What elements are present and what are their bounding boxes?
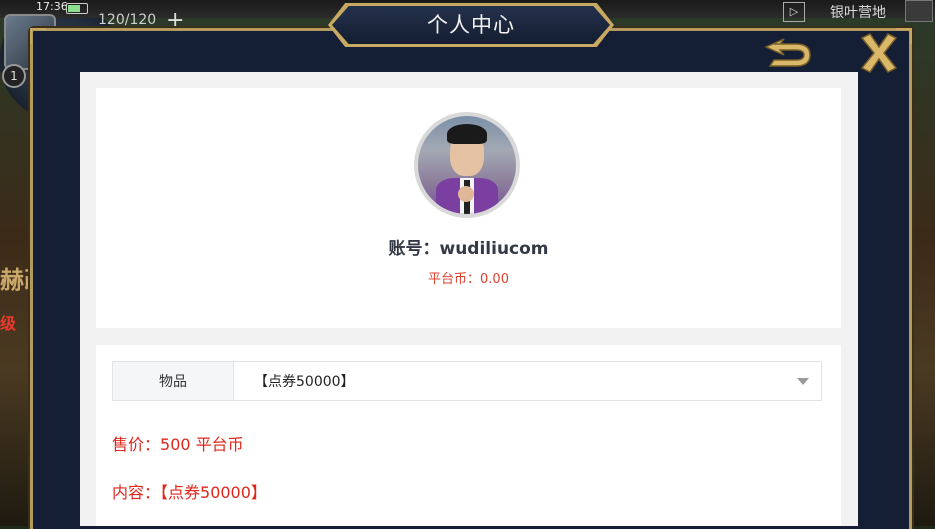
level-badge: 1 [2, 64, 26, 88]
account-line: 账号：wudiliucom [96, 234, 841, 259]
item-selected-value: 【点券50000】 [254, 374, 355, 390]
play-icon[interactable]: ▷ [783, 2, 805, 22]
avatar-hair [447, 124, 487, 144]
content-line: 内容：【点券50000】 [112, 479, 267, 503]
content-label: 内容： [112, 483, 161, 502]
price-label: 售价： [112, 435, 161, 454]
zone-label: 银叶营地 [830, 5, 886, 21]
clock: 17:36 [36, 0, 68, 13]
platform-coins-line: 平台币：0.00 [96, 268, 841, 287]
back-arrow-icon[interactable] [762, 38, 816, 72]
avatar[interactable] [414, 112, 520, 218]
coins-prefix: 平台币： [428, 272, 481, 287]
item-label: 物品 [113, 362, 234, 400]
price-line: 售价：500 平台币 [112, 431, 244, 455]
modal-title: 个人中心 [427, 13, 515, 37]
profile-card: 账号：wudiliucom 平台币：0.00 [96, 88, 841, 328]
account-prefix: 账号： [388, 239, 440, 259]
close-x-icon[interactable] [858, 32, 900, 74]
content-panel: 账号：wudiliucom 平台币：0.00 物品 【点券50000】 售价：5… [80, 72, 858, 526]
avatar-photo [418, 116, 516, 214]
corner-ornament [30, 28, 46, 44]
content-value: 【点券50000】 [160, 483, 267, 502]
item-select-row: 物品 【点券50000】 [112, 361, 822, 401]
side-banner-subtext: 级 [0, 314, 17, 333]
minimap-button[interactable] [905, 0, 933, 22]
item-dropdown[interactable]: 【点券50000】 [234, 362, 821, 400]
order-card: 物品 【点券50000】 售价：500 平台币 内容：【点券50000】 [96, 345, 841, 526]
account-name: wudiliucom [439, 239, 549, 259]
chevron-down-icon[interactable] [797, 378, 809, 385]
coins-value: 0.00 [480, 272, 509, 287]
battery-icon [66, 3, 88, 14]
avatar-hand [458, 186, 474, 202]
energy-counter: 120/120 [98, 12, 157, 28]
price-value: 500 平台币 [160, 435, 244, 454]
